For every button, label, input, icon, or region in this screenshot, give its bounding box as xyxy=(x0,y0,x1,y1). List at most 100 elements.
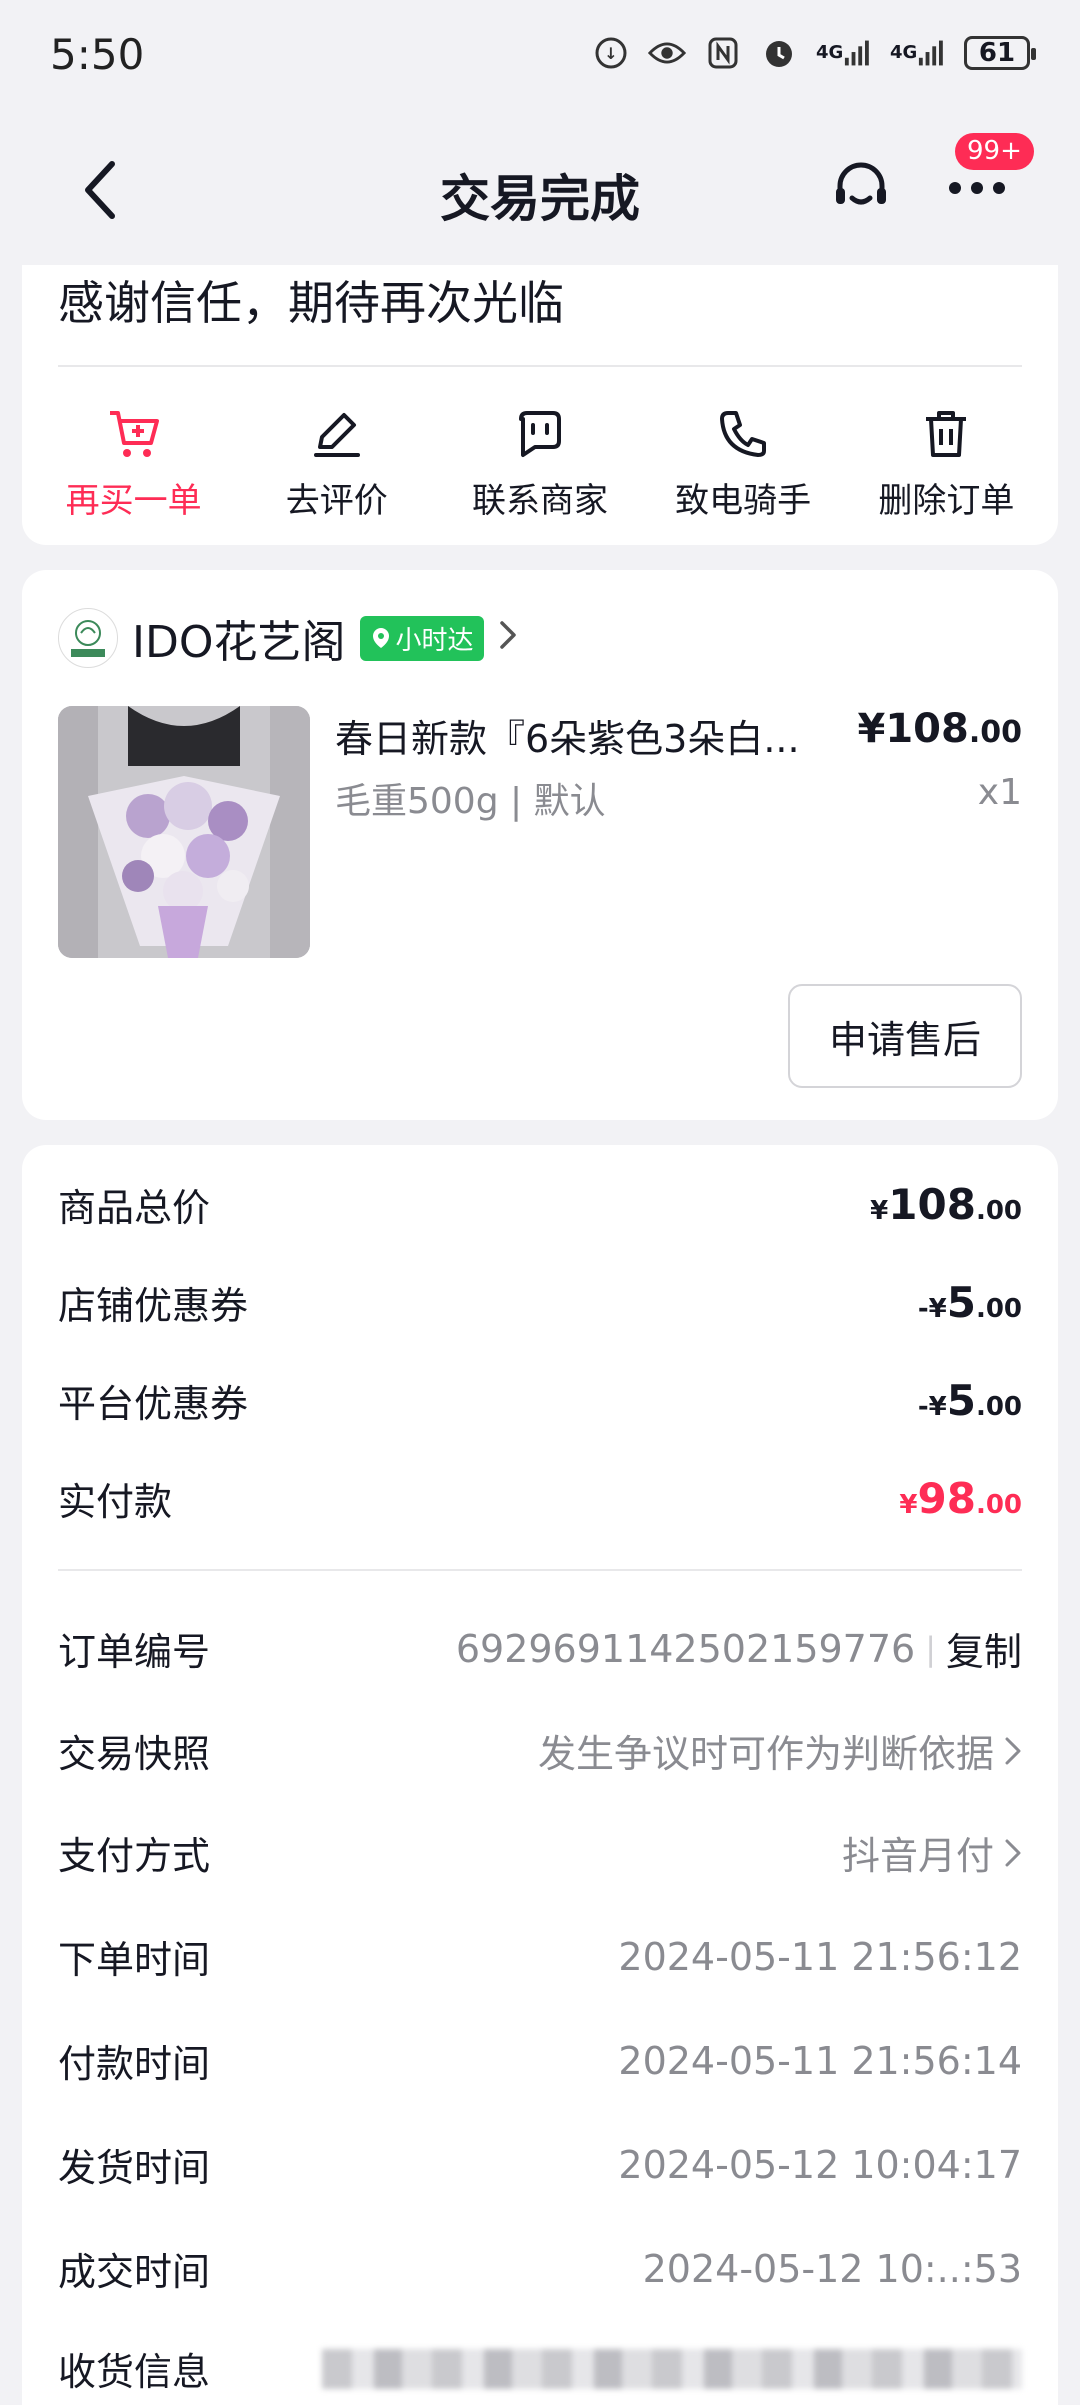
nav-bar: 交易完成 99+ xyxy=(0,115,1080,265)
row-amount: -¥5.00 xyxy=(918,1376,1022,1425)
contact-merchant-button[interactable]: 联系商家 xyxy=(445,405,635,522)
row-amount: ¥98.00 xyxy=(899,1474,1022,1523)
price-integer: 108 xyxy=(885,706,969,752)
battery-icon: 61 xyxy=(964,36,1036,70)
headset-icon xyxy=(836,162,886,205)
notification-badge: 99+ xyxy=(955,133,1034,171)
cart-plus-icon xyxy=(107,405,161,463)
payment-method-row[interactable]: 支付方式 抖音月付 xyxy=(58,1825,1022,1880)
chat-icon xyxy=(515,405,565,463)
data-saver-icon: ↓ xyxy=(592,34,630,72)
actual-paid-row: 实付款 ¥98.00 xyxy=(58,1471,1022,1526)
customer-service-button[interactable] xyxy=(830,153,892,223)
shop-coupon-row: 店铺优惠券 -¥5.00 xyxy=(58,1275,1022,1330)
signal-icon-1: 4G xyxy=(816,34,872,72)
snapshot-row[interactable]: 交易快照 发生争议时可作为判断依据 xyxy=(58,1723,1022,1778)
trash-icon xyxy=(922,405,970,463)
amount-decimal: .00 xyxy=(975,1294,1022,1324)
amount-integer: 108 xyxy=(888,1180,976,1229)
snapshot-text: 发生争议时可作为判断依据 xyxy=(537,1732,994,1776)
redacted-address xyxy=(322,2348,1022,2389)
hour-delivery-badge: 小时达 xyxy=(359,615,484,661)
review-button[interactable]: 去评价 xyxy=(242,405,432,522)
row-label: 成交时间 xyxy=(58,2250,211,2294)
row-label: 下单时间 xyxy=(58,1938,211,1982)
pencil-icon xyxy=(312,405,362,463)
eye-icon xyxy=(648,34,686,72)
time-value: 2024-05-11 21:56:14 xyxy=(618,2038,1022,2083)
hour-delivery-label: 小时达 xyxy=(395,625,474,656)
order-time-row: 下单时间 2024-05-11 21:56:12 xyxy=(58,1929,1022,1984)
order-status-card: 感谢信任，期待再次光临 再买一单 去评价 联系商家 致电骑手 删除订单 xyxy=(22,265,1058,545)
phone-icon xyxy=(718,405,768,463)
row-label: 平台优惠券 xyxy=(58,1382,249,1426)
alarm-icon xyxy=(760,34,798,72)
separator: | xyxy=(925,1629,936,1668)
divider xyxy=(58,1569,1022,1571)
shipping-time-row: 发货时间 2024-05-12 10:04:17 xyxy=(58,2137,1022,2192)
amount-integer: 5 xyxy=(946,1278,976,1327)
call-rider-label: 致电骑手 xyxy=(675,481,812,521)
contact-merchant-label: 联系商家 xyxy=(471,481,608,521)
row-label: 交易快照 xyxy=(58,1732,211,1776)
shop-logo xyxy=(58,608,118,668)
order-detail-card: 商品总价 ¥108.00 店铺优惠券 -¥5.00 平台优惠券 -¥5.00 实… xyxy=(22,1145,1058,2405)
signal-icon-2: 4G xyxy=(890,34,946,72)
network-type-1: 4G xyxy=(816,42,844,63)
receive-info-row: 收货信息 xyxy=(58,2341,1022,2396)
thanks-message: 感谢信任，期待再次光临 xyxy=(58,276,564,330)
row-label: 收货信息 xyxy=(58,2350,211,2394)
row-label: 实付款 xyxy=(58,1480,173,1524)
platform-coupon-row: 平台优惠券 -¥5.00 xyxy=(58,1373,1022,1428)
chevron-right-icon xyxy=(498,616,518,660)
product-image[interactable] xyxy=(58,706,310,958)
order-number-row: 订单编号 6929691142502159776 | 复制 xyxy=(58,1621,1022,1676)
order-number-value: 6929691142502159776 | 复制 xyxy=(456,1621,1022,1676)
status-bar: 5:50 ↓ 4G 4G 61 xyxy=(0,0,1080,115)
product-price: ¥108.00 xyxy=(858,706,1023,752)
amount-sign: ¥ xyxy=(899,1490,918,1520)
buy-again-label: 再买一单 xyxy=(65,481,202,521)
row-label: 发货时间 xyxy=(58,2146,211,2190)
location-pin-icon xyxy=(372,628,389,648)
amount-sign: ¥ xyxy=(870,1196,889,1226)
time-value: 2024-05-12 10:04:17 xyxy=(618,2142,1022,2187)
more-dots-icon xyxy=(949,182,1005,194)
after-sales-button[interactable]: 申请售后 xyxy=(788,984,1022,1088)
row-label: 订单编号 xyxy=(58,1630,211,1674)
page-title: 交易完成 xyxy=(440,170,640,228)
row-label: 付款时间 xyxy=(58,2042,211,2086)
row-amount: -¥5.00 xyxy=(918,1278,1022,1327)
snapshot-value: 发生争议时可作为判断依据 xyxy=(538,1723,1022,1778)
payment-time-row: 付款时间 2024-05-11 21:56:14 xyxy=(58,2033,1022,2088)
status-time: 5:50 xyxy=(50,30,145,79)
amount-integer: 98 xyxy=(917,1474,976,1523)
shop-name: IDO花艺阁 xyxy=(132,617,346,668)
row-label: 商品总价 xyxy=(58,1186,211,1230)
amount-sign: -¥ xyxy=(917,1294,947,1324)
deal-time-row: 成交时间 2024-05-12 10:..:53 xyxy=(58,2241,1022,2296)
delete-order-button[interactable]: 删除订单 xyxy=(851,405,1041,522)
chevron-right-icon xyxy=(1005,1839,1021,1866)
amount-decimal: .00 xyxy=(975,1490,1022,1520)
copy-button[interactable]: 复制 xyxy=(946,1621,1022,1676)
call-rider-button[interactable]: 致电骑手 xyxy=(648,405,838,522)
amount-sign: -¥ xyxy=(917,1392,947,1422)
divider xyxy=(58,365,1022,367)
total-price-row: 商品总价 ¥108.00 xyxy=(58,1177,1022,1232)
row-label: 支付方式 xyxy=(58,1834,211,1878)
row-label: 店铺优惠券 xyxy=(58,1284,249,1328)
row-amount: ¥108.00 xyxy=(870,1180,1022,1229)
payment-method-value: 抖音月付 xyxy=(842,1825,1022,1880)
product-quantity: x1 xyxy=(977,772,1022,813)
receive-info-value xyxy=(322,2348,1022,2389)
order-actions: 再买一单 去评价 联系商家 致电骑手 删除订单 xyxy=(22,405,1058,522)
shop-header[interactable]: IDO花艺阁 小时达 xyxy=(58,606,518,670)
amount-decimal: .00 xyxy=(975,1196,1022,1226)
product-title[interactable]: 春日新款『6朵紫色3朵白... xyxy=(335,708,825,763)
buy-again-button[interactable]: 再买一单 xyxy=(39,405,229,522)
price-symbol: ¥ xyxy=(857,706,886,752)
price-decimal: .00 xyxy=(968,715,1022,750)
payment-method-text: 抖音月付 xyxy=(841,1834,994,1878)
chevron-right-icon xyxy=(1005,1737,1021,1764)
